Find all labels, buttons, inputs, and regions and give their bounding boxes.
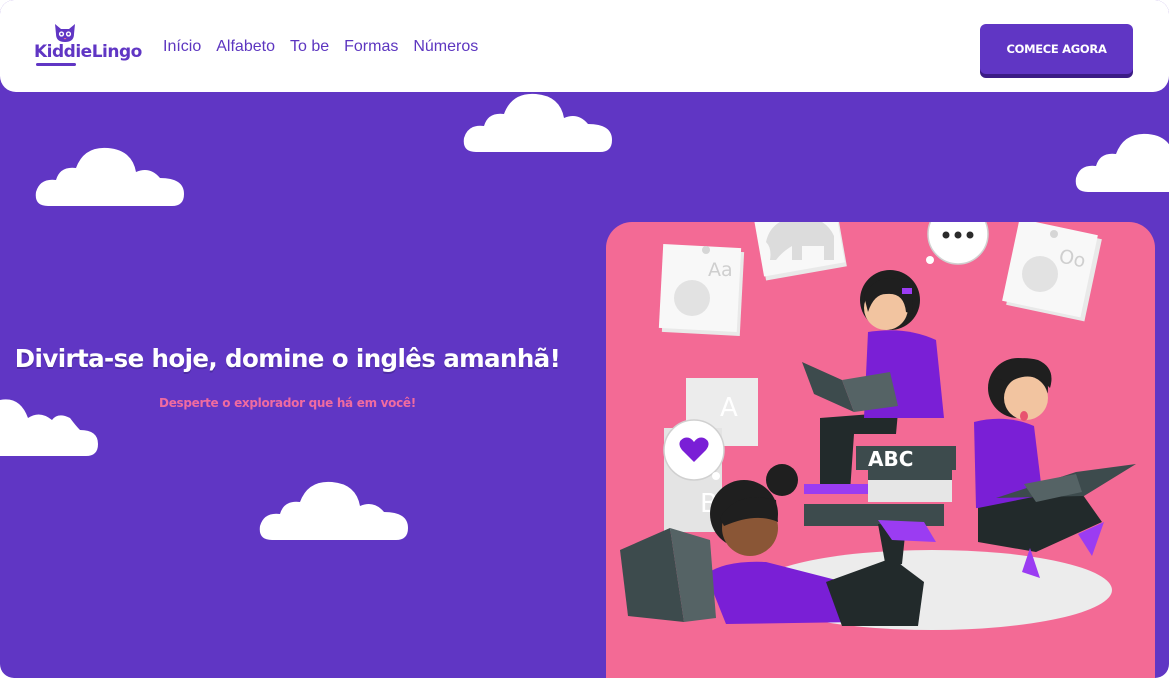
block-letter: A xyxy=(720,393,738,423)
books-label: ABC xyxy=(868,447,913,471)
brand-logo[interactable]: KiddieLingo xyxy=(34,22,142,66)
alphabet-card-aa: Aa xyxy=(658,244,745,336)
start-now-button[interactable]: COMECE AGORA xyxy=(980,24,1133,74)
nav-item-inicio[interactable]: Início xyxy=(163,38,201,56)
top-header: KiddieLingo Início Alfabeto To be Formas… xyxy=(0,0,1169,92)
hero-headline: Divirta-se hoje, domine o inglês amanhã! xyxy=(14,344,561,373)
nav-item-to-be[interactable]: To be xyxy=(290,38,329,56)
apple-icon xyxy=(1022,256,1058,292)
speech-bubble-icon xyxy=(926,222,989,265)
logo-underline xyxy=(36,63,76,66)
main-nav: Início Alfabeto To be Formas Números xyxy=(163,38,478,56)
nav-item-alfabeto[interactable]: Alfabeto xyxy=(216,38,275,56)
nav-item-numeros[interactable]: Números xyxy=(413,38,478,56)
apple-icon xyxy=(674,280,710,316)
heart-bubble-icon xyxy=(663,419,725,481)
alphabet-card-oo: Oo xyxy=(1002,222,1102,322)
hero-subheadline: Desperte o explorador que há em você! xyxy=(159,396,416,410)
page: KiddieLingo Início Alfabeto To be Formas… xyxy=(0,0,1169,678)
brand-name: KiddieLingo xyxy=(34,42,142,62)
alphabet-card-ee: Ee xyxy=(749,222,847,281)
cat-mascot-icon xyxy=(55,24,75,42)
cloud-decoration xyxy=(463,93,612,152)
hero-illustration-panel: Aa Ee Oo xyxy=(606,222,1155,678)
cloud-decoration xyxy=(35,147,184,206)
cloud-decoration xyxy=(259,481,408,540)
boy-reading xyxy=(974,358,1136,578)
children-reading-illustration: Aa Ee Oo xyxy=(620,222,1136,630)
cloud-decoration xyxy=(1075,133,1169,192)
card-text: Aa xyxy=(708,259,733,281)
nav-item-formas[interactable]: Formas xyxy=(344,38,398,56)
